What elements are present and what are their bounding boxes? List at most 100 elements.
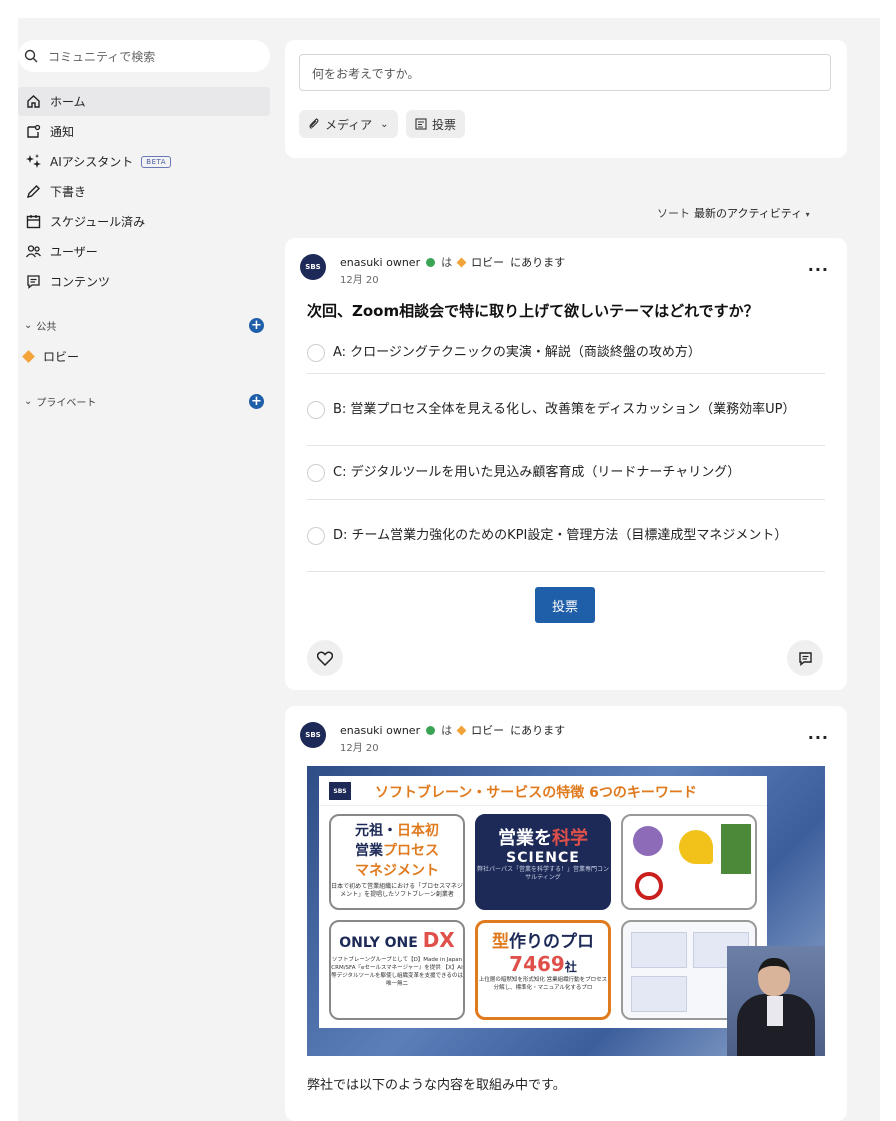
slide-text: 弊社パーパス「営業を科学する！」営業専門コンサルティング bbox=[477, 866, 609, 881]
media-button[interactable]: メディア ⌄ bbox=[299, 110, 398, 138]
slide-logo: SBS bbox=[329, 782, 351, 800]
in-text: は bbox=[441, 256, 453, 269]
beta-badge: BETA bbox=[141, 155, 172, 168]
post-card: SBS enasuki owner は ロビー にあります 12月 20 ···… bbox=[285, 238, 847, 690]
sidebar-item-home[interactable]: ホーム bbox=[18, 87, 270, 116]
radio-button[interactable] bbox=[307, 343, 325, 362]
more-options-button[interactable]: ··· bbox=[808, 728, 829, 747]
channel-link[interactable]: ロビー bbox=[471, 722, 504, 738]
add-public-channel-button[interactable]: + bbox=[249, 318, 264, 333]
slide-text: 営業を bbox=[498, 828, 552, 849]
chevron-down-icon: ⌄ bbox=[380, 118, 389, 130]
diamond-icon bbox=[22, 349, 35, 363]
slide-box-origin: 元祖・日本初 営業プロセス マネジメント 日本で初めて営業組織における「プロセス… bbox=[329, 814, 465, 910]
chevron-down-icon: ⌄ bbox=[24, 395, 33, 407]
content-icon bbox=[24, 273, 42, 291]
slide-text: SCIENCE bbox=[506, 850, 580, 866]
poll-option[interactable]: D: チーム営業力強化のためのKPI設定・管理方法（目標達成型マネジメント） bbox=[307, 500, 825, 572]
sidebar-item-content[interactable]: コンテンツ bbox=[18, 267, 270, 296]
post-meta: enasuki owner は ロビー にあります bbox=[340, 254, 565, 270]
slide-text: 型 bbox=[492, 932, 509, 952]
slide-sheet: SBS ソフトブレーン・サービスの特徴 6つのキーワード 元祖・日本初 営業プロ… bbox=[319, 776, 767, 1028]
sidebar-item-label: スケジュール済み bbox=[50, 215, 146, 229]
post-caption: 弊社では以下のような内容を取組み中です。 bbox=[307, 1078, 566, 1093]
slide-box-dx: ONLY ONE DX ソフトブレーングループとして【D】Made in Jap… bbox=[329, 920, 465, 1020]
sidebar-item-ai-assistant[interactable]: AIアシスタント BETA bbox=[18, 147, 270, 176]
slide-box-pro: 型作りのプロ 7469社 上位層の暗黙知を形式知化 営業組織行動をプロセス分解し… bbox=[475, 920, 611, 1020]
comment-button[interactable] bbox=[787, 640, 823, 676]
channel-suffix: にあります bbox=[510, 256, 566, 269]
slide-text: 日本で初めて営業組織における「プロセスマネジメント」を提唱したソフトブレーン創業… bbox=[331, 883, 463, 898]
slide-text: マネジメント bbox=[355, 863, 439, 879]
post-meta: enasuki owner は ロビー にあります bbox=[340, 722, 565, 738]
sidebar-item-label: ロビー bbox=[43, 349, 80, 364]
pencil-icon bbox=[24, 183, 42, 201]
slide-text: ONLY ONE bbox=[339, 935, 418, 951]
caret-down-icon: ▾ bbox=[805, 210, 810, 219]
sidebar-item-scheduled[interactable]: スケジュール済み bbox=[18, 207, 270, 236]
sort-dropdown[interactable]: ソート 最新のアクティビティ ▾ bbox=[657, 205, 810, 221]
composer-input[interactable]: 何をお考えですか。 bbox=[299, 54, 831, 91]
radio-button[interactable] bbox=[307, 463, 325, 482]
sidebar-item-drafts[interactable]: 下書き bbox=[18, 177, 270, 206]
diamond-icon bbox=[456, 257, 467, 267]
slide-box-science: 営業を科学 SCIENCE 弊社パーパス「営業を科学する！」営業専門コンサルティ… bbox=[475, 814, 611, 910]
radio-button[interactable] bbox=[307, 526, 325, 545]
slide-text: 科学 bbox=[552, 828, 588, 849]
post-date: 12月 20 bbox=[340, 743, 379, 754]
poll-option-label: D: チーム営業力強化のためのKPI設定・管理方法（目標達成型マネジメント） bbox=[333, 527, 788, 543]
post-composer: 何をお考えですか。 メディア ⌄ 投票 bbox=[285, 40, 847, 158]
sidebar-nav: ホーム 通知 AIアシスタント BETA 下書き スケジュール済み ユーザー コ… bbox=[18, 87, 270, 297]
post-image[interactable]: SBS ソフトブレーン・サービスの特徴 6つのキーワード 元祖・日本初 営業プロ… bbox=[307, 766, 825, 1056]
composer-placeholder: 何をお考えですか。 bbox=[312, 67, 420, 81]
author-name[interactable]: enasuki owner bbox=[340, 256, 420, 269]
poll-option[interactable]: A: クロージングテクニックの実演・解説（商談終盤の攻め方） bbox=[307, 332, 825, 374]
public-section-header[interactable]: ⌄ 公共 + bbox=[24, 315, 264, 335]
slide-text: 上位層の暗黙知を形式知化 営業組織行動をプロセス分解し、標準化・マニュアル化する… bbox=[478, 977, 608, 991]
comment-icon bbox=[798, 651, 812, 666]
chevron-down-icon: ⌄ bbox=[24, 319, 33, 331]
poll-label: 投票 bbox=[432, 117, 457, 132]
poll-option[interactable]: B: 営業プロセス全体を見える化し、改善策をディスカッション（業務効率UP） bbox=[307, 374, 825, 446]
sidebar-item-users[interactable]: ユーザー bbox=[18, 237, 270, 266]
community-search-input[interactable]: コミュニティで検索 bbox=[18, 40, 270, 72]
search-icon bbox=[24, 49, 38, 63]
author-name[interactable]: enasuki owner bbox=[340, 724, 420, 737]
calendar-icon bbox=[24, 213, 42, 231]
poll-button[interactable]: 投票 bbox=[406, 110, 466, 138]
sidebar-item-label: ホーム bbox=[50, 95, 86, 109]
slide-text: DX bbox=[422, 928, 455, 952]
like-button[interactable] bbox=[307, 640, 343, 676]
private-section-header[interactable]: ⌄ プライベート + bbox=[24, 391, 264, 411]
sort-value: 最新のアクティビティ bbox=[694, 207, 803, 220]
diamond-icon bbox=[456, 725, 467, 735]
poll-option-label: A: クロージングテクニックの実演・解説（商談終盤の攻め方） bbox=[333, 344, 701, 360]
sidebar-item-label: 下書き bbox=[50, 185, 87, 199]
sidebar-item-label: AIアシスタント bbox=[50, 155, 134, 169]
verified-icon bbox=[426, 725, 436, 735]
users-icon bbox=[24, 243, 42, 261]
more-options-button[interactable]: ··· bbox=[808, 260, 829, 279]
post-card: SBS enasuki owner は ロビー にあります 12月 20 ···… bbox=[285, 706, 847, 1121]
add-private-channel-button[interactable]: + bbox=[249, 394, 264, 409]
poll-title: 次回、Zoom相談会で特に取り上げて欲しいテーマはどれですか？ bbox=[307, 302, 759, 320]
poll-option[interactable]: C: デジタルツールを用いた見込み顧客育成（リードナーチャリング） bbox=[307, 446, 825, 500]
slide-number: 7469 bbox=[509, 952, 565, 976]
heart-icon bbox=[317, 651, 333, 666]
slide-header: SBS ソフトブレーン・サービスの特徴 6つのキーワード bbox=[319, 776, 767, 806]
sidebar-item-notifications[interactable]: 通知 bbox=[18, 117, 270, 146]
poll-option-label: B: 営業プロセス全体を見える化し、改善策をディスカッション（業務効率UP） bbox=[333, 401, 796, 417]
radio-button[interactable] bbox=[307, 400, 325, 419]
sidebar-item-label: コンテンツ bbox=[50, 275, 111, 289]
avatar[interactable]: SBS bbox=[300, 722, 326, 748]
slide-text: 社 bbox=[564, 960, 577, 974]
avatar[interactable]: SBS bbox=[300, 254, 326, 280]
section-label: 公共 bbox=[36, 321, 57, 333]
post-date: 12月 20 bbox=[340, 275, 379, 286]
slide-text: ソフトブレーングループとして【D】Made in Japan CRM/SFA『e… bbox=[331, 957, 463, 987]
channel-link[interactable]: ロビー bbox=[471, 254, 504, 270]
vote-button[interactable]: 投票 bbox=[535, 587, 595, 623]
media-label: メディア bbox=[325, 117, 373, 132]
slide-text: 営業 bbox=[355, 843, 383, 859]
sidebar-item-lobby[interactable]: ロビー bbox=[22, 345, 80, 367]
